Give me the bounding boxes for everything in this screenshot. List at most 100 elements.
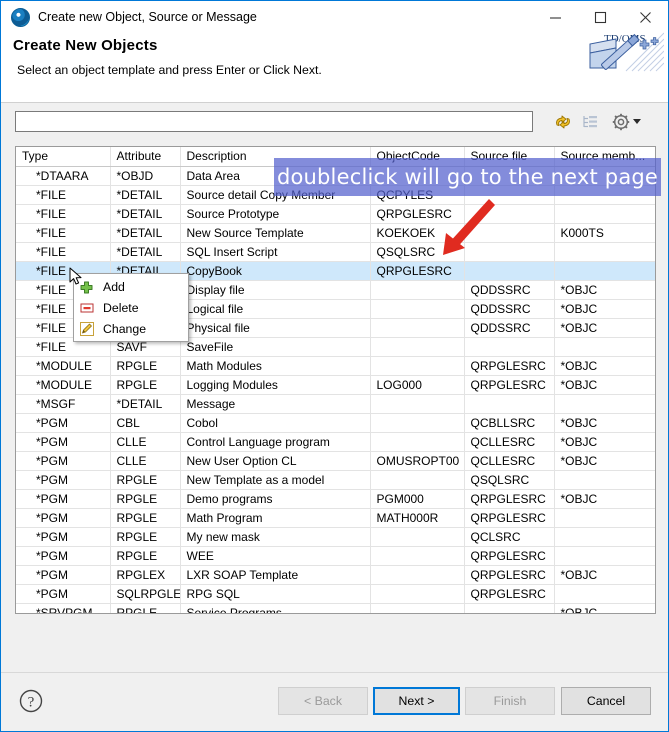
table-row[interactable]: *PGMCLLEControl Language programQCLLESRC… xyxy=(16,433,655,452)
next-button[interactable]: Next > xyxy=(373,687,460,715)
row-cell-type: *PGM xyxy=(16,566,110,585)
object-template-table[interactable]: Type Attribute Description ObjectCode So… xyxy=(15,146,656,614)
row-cell-sourcemember: *OBJC xyxy=(554,376,655,395)
row-cell-sourcefile xyxy=(464,604,554,615)
context-menu-label: Add xyxy=(103,280,125,294)
row-cell-sourcefile xyxy=(464,262,554,281)
row-cell-description: RPG SQL xyxy=(180,585,370,604)
row-cell-type: *PGM xyxy=(16,547,110,566)
row-cell-attribute: SQLRPGLE xyxy=(110,585,180,604)
row-cell-objectcode: QRPGLESRC xyxy=(370,262,464,281)
row-cell-objectcode xyxy=(370,357,464,376)
row-cell-objectcode xyxy=(370,395,464,414)
row-cell-sourcefile: QRPGLESRC xyxy=(464,566,554,585)
annotation-text: doubleclick will go to the next page xyxy=(277,165,658,189)
help-icon[interactable]: ? xyxy=(18,688,44,714)
table-row[interactable]: *PGMRPGLEDemo programsPGM000QRPGLESRC*OB… xyxy=(16,490,655,509)
table-row[interactable]: *PGMRPGLEWEEQRPGLESRC xyxy=(16,547,655,566)
row-cell-attribute: RPGLE xyxy=(110,509,180,528)
row-cell-sourcemember: *OBJC xyxy=(554,452,655,471)
row-cell-sourcefile: QDDSSRC xyxy=(464,281,554,300)
context-menu-item-change[interactable]: Change xyxy=(74,318,188,339)
table-row[interactable]: *PGMRPGLEMath ProgramMATH000RQRPGLESRC xyxy=(16,509,655,528)
row-cell-sourcemember xyxy=(554,262,655,281)
table-row[interactable]: *PGMRPGLEXLXR SOAP TemplateQRPGLESRC*OBJ… xyxy=(16,566,655,585)
table-row[interactable]: *FILE*DETAILSQL Insert ScriptQSQLSRC xyxy=(16,243,655,262)
dialog-window: Create new Object, Source or Message Cre… xyxy=(0,0,669,732)
wizard-header: Create New Objects Select an object temp… xyxy=(1,33,668,103)
minus-icon xyxy=(78,300,96,316)
column-header-attribute[interactable]: Attribute xyxy=(110,147,180,167)
table-row[interactable]: *PGMRPGLENew Template as a modelQSQLSRC xyxy=(16,471,655,490)
row-cell-sourcemember xyxy=(554,205,655,224)
table-row[interactable]: *SRVPGMRPGLEService Programs*OBJC xyxy=(16,604,655,615)
row-cell-sourcemember: *OBJC xyxy=(554,604,655,615)
row-cell-type: *PGM xyxy=(16,528,110,547)
row-cell-sourcefile: QRPGLESRC xyxy=(464,490,554,509)
window-title: Create new Object, Source or Message xyxy=(38,10,257,24)
row-cell-sourcemember: *OBJC xyxy=(554,433,655,452)
row-cell-sourcefile: QCLLESRC xyxy=(464,452,554,471)
table-row[interactable]: *PGMSQLRPGLERPG SQLQRPGLESRC xyxy=(16,585,655,604)
table-row[interactable]: *PGMCBLCobolQCBLLSRC*OBJC xyxy=(16,414,655,433)
table-row[interactable]: *FILE*DETAILNew Source TemplateKOEKOEKK0… xyxy=(16,224,655,243)
page-subtitle: Select an object template and press Ente… xyxy=(17,63,322,77)
gear-icon[interactable] xyxy=(610,111,632,133)
table-row[interactable]: *PGMRPGLEMy new maskQCLSRC xyxy=(16,528,655,547)
context-menu-item-add[interactable]: Add xyxy=(74,276,188,297)
row-cell-type: *FILE xyxy=(16,186,110,205)
row-cell-sourcemember xyxy=(554,509,655,528)
row-cell-sourcemember: *OBJC xyxy=(554,566,655,585)
finish-button[interactable]: Finish xyxy=(465,687,555,715)
refresh-icon[interactable] xyxy=(552,111,574,133)
row-cell-description: Display file xyxy=(180,281,370,300)
row-cell-type: *FILE xyxy=(16,224,110,243)
row-cell-sourcemember xyxy=(554,547,655,566)
row-cell-objectcode xyxy=(370,528,464,547)
row-cell-description: WEE xyxy=(180,547,370,566)
minimize-button[interactable] xyxy=(533,1,578,33)
row-cell-description: Math Modules xyxy=(180,357,370,376)
row-cell-description: Cobol xyxy=(180,414,370,433)
cancel-button[interactable]: Cancel xyxy=(561,687,651,715)
row-cell-type: *PGM xyxy=(16,452,110,471)
table-row[interactable]: *PGMCLLENew User Option CLOMUSROPT00QCLL… xyxy=(16,452,655,471)
column-header-type[interactable]: Type xyxy=(16,147,110,167)
row-cell-sourcefile: QRPGLESRC xyxy=(464,585,554,604)
row-cell-attribute: RPGLE xyxy=(110,376,180,395)
row-cell-objectcode xyxy=(370,471,464,490)
table-body: *DTAARA*OBJDData Area*FILE*DETAILSource … xyxy=(16,167,655,615)
row-cell-description: CopyBook xyxy=(180,262,370,281)
dialog-footer: ? < Back Next > Finish Cancel xyxy=(1,672,668,731)
context-menu-item-delete[interactable]: Delete xyxy=(74,297,188,318)
back-button[interactable]: < Back xyxy=(278,687,368,715)
row-cell-objectcode xyxy=(370,604,464,615)
row-cell-type: *PGM xyxy=(16,414,110,433)
row-cell-sourcemember xyxy=(554,243,655,262)
table-row[interactable]: *FILE*DETAILSource PrototypeQRPGLESRC xyxy=(16,205,655,224)
row-cell-type: *PGM xyxy=(16,471,110,490)
row-cell-attribute: RPGLE xyxy=(110,547,180,566)
row-cell-sourcefile xyxy=(464,395,554,414)
row-cell-description: Math Program xyxy=(180,509,370,528)
row-cell-objectcode xyxy=(370,585,464,604)
row-cell-type: *PGM xyxy=(16,433,110,452)
row-cell-sourcemember: *OBJC xyxy=(554,300,655,319)
row-cell-sourcemember: *OBJC xyxy=(554,281,655,300)
pencil-icon xyxy=(78,321,96,337)
row-cell-attribute: *OBJD xyxy=(110,167,180,186)
table-row[interactable]: *MODULERPGLEMath ModulesQRPGLESRC*OBJC xyxy=(16,357,655,376)
row-cell-sourcefile: QDDSSRC xyxy=(464,300,554,319)
svg-text:?: ? xyxy=(28,695,35,711)
filter-input[interactable] xyxy=(15,111,533,132)
title-bar: Create new Object, Source or Message xyxy=(1,1,668,33)
table-row[interactable]: *MSGF*DETAILMessage xyxy=(16,395,655,414)
table-row[interactable]: *MODULERPGLELogging ModulesLOG000QRPGLES… xyxy=(16,376,655,395)
chevron-down-icon[interactable] xyxy=(633,119,641,124)
row-cell-attribute: RPGLE xyxy=(110,490,180,509)
context-menu-label: Change xyxy=(103,322,146,336)
tree-layout-icon[interactable] xyxy=(579,111,601,133)
row-cell-description: Logging Modules xyxy=(180,376,370,395)
row-cell-sourcefile: QCBLLSRC xyxy=(464,414,554,433)
row-cell-objectcode xyxy=(370,338,464,357)
